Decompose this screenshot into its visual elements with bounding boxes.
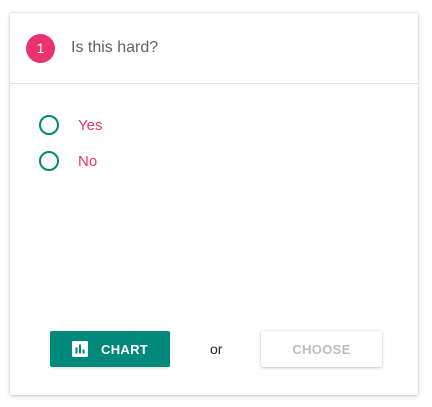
radio-no[interactable] (39, 151, 59, 171)
question-title: Is this hard? (71, 39, 159, 56)
or-separator: or (210, 341, 223, 357)
chart-button-label: CHART (101, 341, 148, 357)
chart-button[interactable]: CHART (50, 331, 170, 367)
option-yes[interactable]: Yes (39, 114, 102, 136)
bar-chart-icon (72, 341, 88, 357)
radio-yes[interactable] (39, 115, 59, 135)
option-no-label: No (78, 152, 98, 170)
question-header: 1 Is this hard? (10, 13, 418, 84)
choose-button[interactable]: CHOOSE (261, 331, 382, 367)
question-card: 1 Is this hard? Yes No CHART or CHOOSE (10, 13, 418, 395)
option-no[interactable]: No (39, 150, 97, 172)
choose-button-label: CHOOSE (292, 341, 351, 357)
option-yes-label: Yes (78, 116, 103, 134)
step-number-badge: 1 (26, 34, 55, 63)
